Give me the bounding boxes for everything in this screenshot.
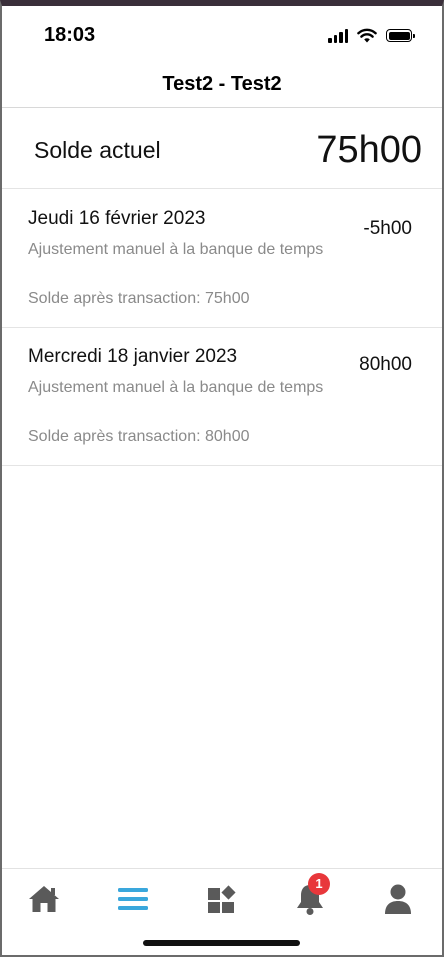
tab-notifications[interactable]: 1 — [290, 873, 330, 919]
tab-profile[interactable] — [378, 879, 418, 919]
status-time: 18:03 — [44, 24, 96, 46]
transaction-description: Ajustement manuel à la banque de temps — [28, 379, 324, 396]
transaction-item[interactable]: Mercredi 18 janvier 2023 80h00 Ajustemen… — [2, 328, 442, 466]
transaction-balance-after: Solde après transaction: 80h00 — [28, 428, 250, 445]
battery-icon — [386, 29, 415, 42]
list-icon — [118, 888, 148, 910]
balance-value: 75h00 — [316, 129, 422, 171]
status-bar: 18:03 — [0, 6, 444, 58]
page-title: Test2 - Test2 — [162, 73, 282, 95]
apps-icon — [208, 885, 236, 913]
nav-bar: Test2 - Test2 — [2, 58, 442, 108]
user-icon — [385, 884, 411, 914]
transaction-amount: -5h00 — [363, 218, 412, 239]
status-icons — [328, 28, 415, 43]
transaction-date: Mercredi 18 janvier 2023 — [28, 346, 238, 367]
tab-home[interactable] — [24, 879, 64, 919]
transaction-date: Jeudi 16 février 2023 — [28, 208, 206, 229]
tab-apps[interactable] — [202, 879, 242, 919]
transaction-description: Ajustement manuel à la banque de temps — [28, 241, 324, 258]
transaction-item[interactable]: Jeudi 16 février 2023 -5h00 Ajustement m… — [2, 190, 442, 328]
transaction-balance-after: Solde après transaction: 75h00 — [28, 290, 250, 307]
cellular-signal-icon — [328, 28, 348, 43]
home-indicator — [143, 940, 300, 946]
tab-list[interactable] — [113, 879, 153, 919]
notification-badge: 1 — [308, 873, 330, 895]
transaction-amount: 80h00 — [359, 354, 412, 375]
wifi-icon — [357, 28, 377, 43]
balance-label: Solde actuel — [34, 137, 161, 163]
current-balance-row: Solde actuel 75h00 — [2, 109, 442, 189]
home-icon — [29, 886, 59, 912]
